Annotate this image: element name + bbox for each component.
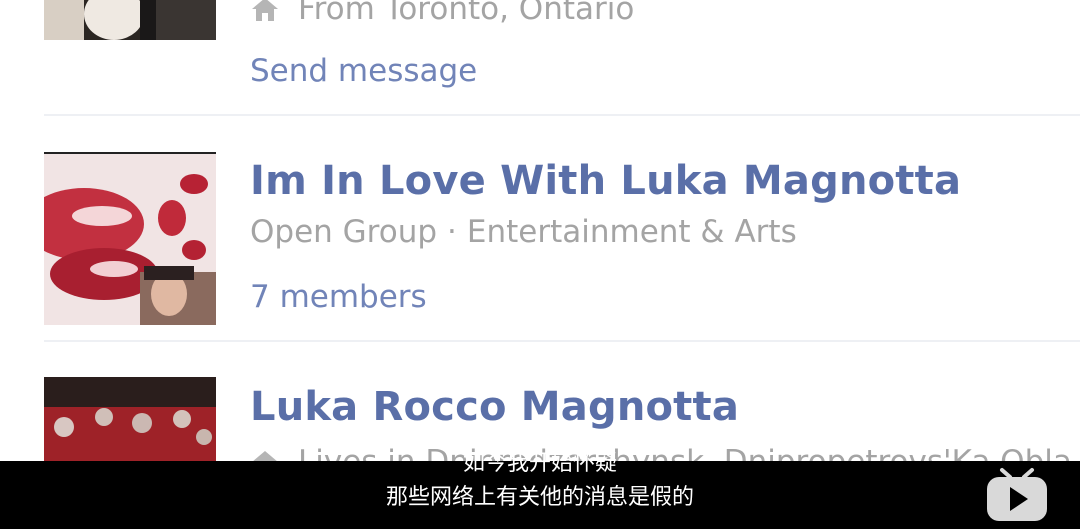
home-icon: [250, 0, 280, 21]
group-thumbnail[interactable]: [44, 152, 216, 325]
subtitle-line-2: 那些网络上有关他的消息是假的: [385, 485, 694, 510]
profile-thumbnail[interactable]: [44, 377, 216, 461]
group-name-link[interactable]: Im In Love With Luka Magnotta: [250, 158, 961, 204]
divider: [44, 340, 1080, 342]
divider: [44, 114, 1080, 116]
send-message-link[interactable]: Send message: [250, 53, 477, 89]
group-members-link[interactable]: 7 members: [250, 279, 427, 315]
separator: ·: [447, 214, 457, 250]
group-type: Open Group: [250, 214, 438, 250]
play-tv-logo-icon: [984, 467, 1050, 523]
result-location: From Toronto, Ontario: [250, 0, 634, 27]
profile-thumbnail[interactable]: [44, 0, 216, 40]
group-category: Entertainment & Arts: [466, 214, 797, 250]
profile-name-link[interactable]: Luka Rocco Magnotta: [250, 384, 739, 430]
subtitle-line-1: 如今我开始怀疑: [462, 451, 617, 476]
group-meta: Open Group · Entertainment & Arts: [250, 214, 797, 250]
